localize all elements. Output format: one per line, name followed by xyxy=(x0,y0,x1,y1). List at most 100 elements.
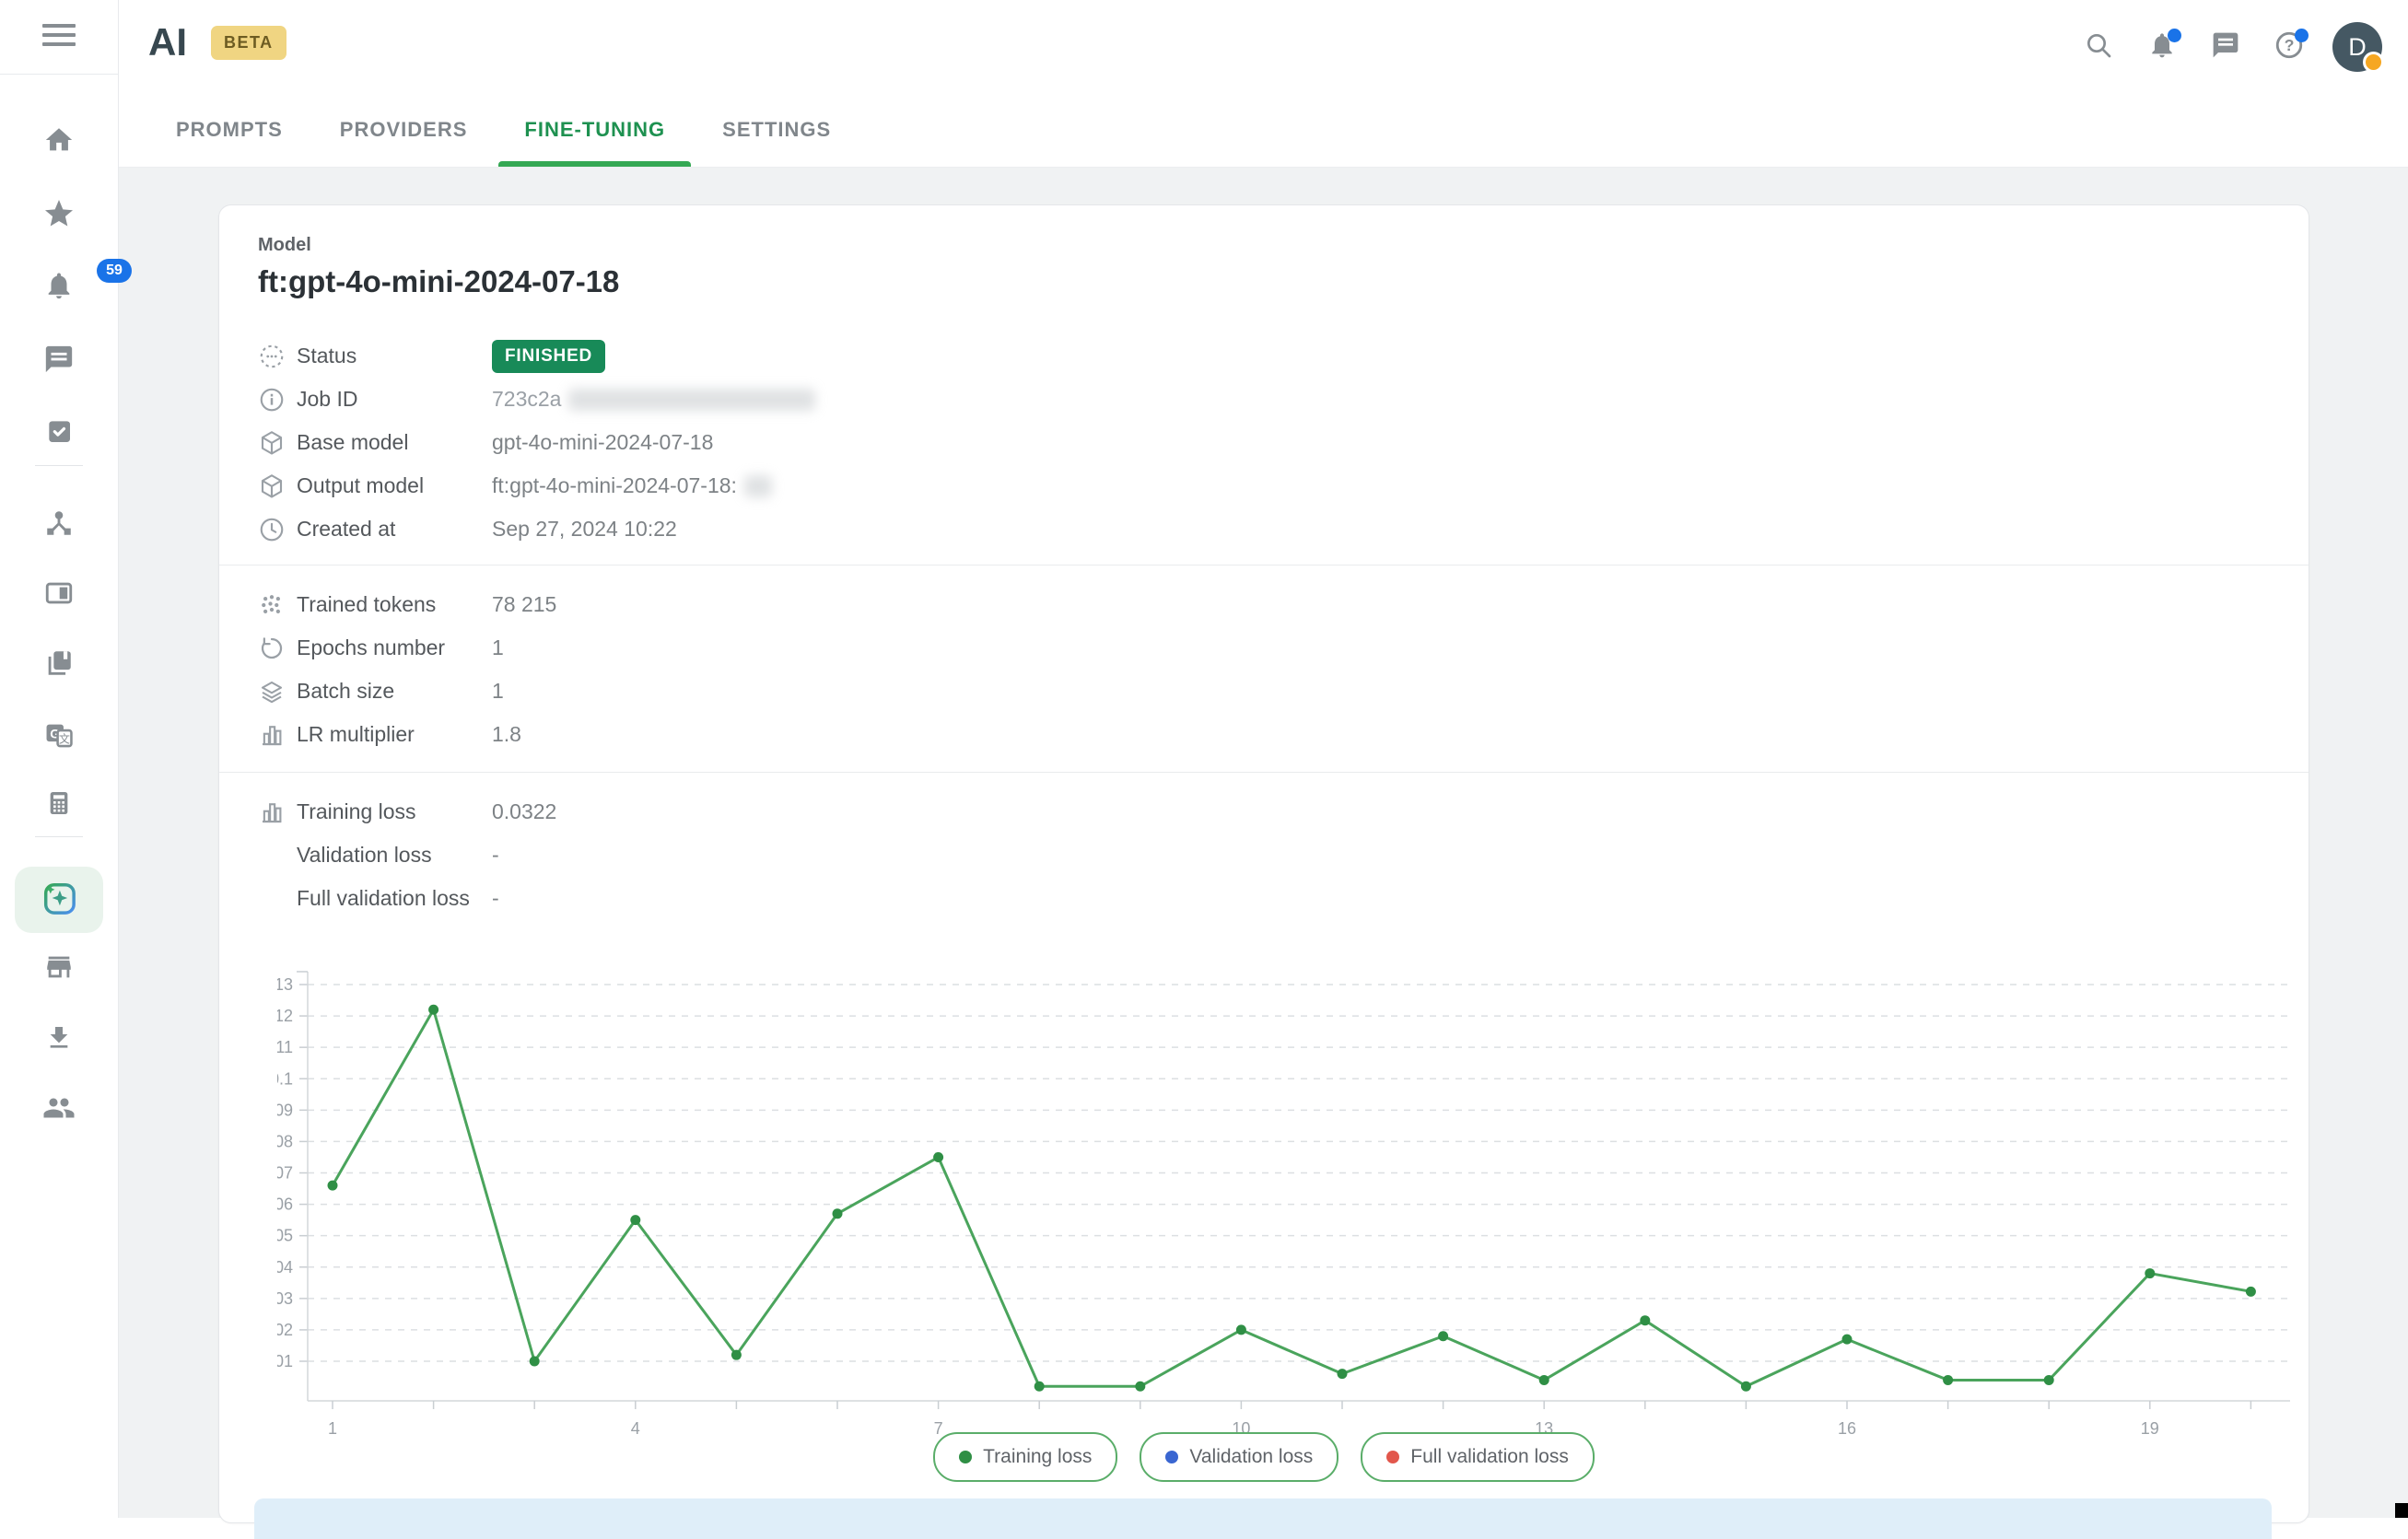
chart-point xyxy=(530,1357,540,1367)
chart-legend: Training loss Validation loss Full valid… xyxy=(219,1432,2309,1482)
screen-artifact xyxy=(2395,1503,2408,1518)
sidebar-item-hub[interactable] xyxy=(0,494,118,553)
hamburger-menu-icon[interactable] xyxy=(42,23,76,52)
grain-icon xyxy=(258,591,297,619)
sidebar-item-messages[interactable] xyxy=(0,330,118,389)
tab-providers[interactable]: PROVIDERS xyxy=(336,93,472,167)
model-section-label: Model xyxy=(258,235,311,256)
model-title: ft:gpt-4o-mini-2024-07-18 xyxy=(258,264,619,299)
chart-point xyxy=(1438,1331,1448,1341)
sidebar-item-home[interactable] xyxy=(0,111,118,169)
chart-point xyxy=(1640,1315,1650,1325)
chart-point xyxy=(2246,1287,2256,1297)
chart-point xyxy=(1236,1324,1246,1335)
output-model-value: ft:gpt-4o-mini-2024-07-18: xyxy=(492,473,737,498)
chart-point xyxy=(1943,1375,1953,1385)
sidebar-item-library[interactable] xyxy=(0,634,118,693)
status-dot xyxy=(2363,52,2384,73)
y-tick-label: 0.06 xyxy=(277,1195,293,1214)
bar-chart-icon xyxy=(258,721,297,749)
row-output-model: Output model ft:gpt-4o-mini-2024-07-18: xyxy=(258,464,2270,507)
legend-validation-loss[interactable]: Validation loss xyxy=(1140,1432,1338,1482)
sidebar-item-store[interactable] xyxy=(0,938,118,997)
validation-loss-value: - xyxy=(492,843,499,868)
legend-full-validation-loss[interactable]: Full validation loss xyxy=(1361,1432,1595,1482)
info-icon xyxy=(258,386,297,414)
row-job-id: Job ID 723c2a xyxy=(258,378,2270,421)
base-model-value: gpt-4o-mini-2024-07-18 xyxy=(492,430,713,455)
chart-point xyxy=(731,1350,742,1360)
row-status: Status FINISHED xyxy=(258,334,2270,378)
chart-point xyxy=(833,1208,843,1218)
training-loss-value: 0.0322 xyxy=(492,799,556,824)
full-validation-loss-value: - xyxy=(492,886,499,911)
chart-point xyxy=(1035,1382,1045,1392)
chart-point xyxy=(2145,1268,2155,1278)
header: AI BETA ? D PROMPTS PROVIDERS FINE-TUNIN… xyxy=(119,0,2408,168)
sidebar-item-users[interactable] xyxy=(0,1078,118,1137)
chart-point xyxy=(2044,1375,2054,1385)
y-tick-label: 0.07 xyxy=(277,1164,293,1183)
loss-rows: Training loss 0.0322 Validation loss - F… xyxy=(258,790,2270,920)
bar-chart-icon xyxy=(258,799,297,826)
translate-icon: G文 xyxy=(43,719,75,751)
app-logo: AI xyxy=(148,20,187,64)
row-lr-multiplier: LR multiplier 1.8 xyxy=(258,713,2270,756)
main-content: Model ft:gpt-4o-mini-2024-07-18 Status F… xyxy=(119,167,2408,1518)
y-tick-label: 0.13 xyxy=(277,975,293,994)
row-created-at: Created at Sep 27, 2024 10:22 xyxy=(258,507,2270,551)
model-info-rows: Status FINISHED Job ID 723c2a Base model… xyxy=(258,334,2270,551)
tab-prompts[interactable]: PROMPTS xyxy=(172,93,286,167)
y-tick-label: 0.01 xyxy=(277,1352,293,1370)
chart-point xyxy=(1539,1375,1549,1385)
sidebar-divider xyxy=(35,465,83,466)
library-icon xyxy=(43,647,75,679)
tab-settings[interactable]: SETTINGS xyxy=(719,93,835,167)
sidebar-item-translate[interactable]: G文 xyxy=(0,705,118,764)
notification-count-badge: 59 xyxy=(97,259,132,283)
tab-fine-tuning[interactable]: FINE-TUNING xyxy=(520,93,669,167)
row-full-validation-loss: Full validation loss - xyxy=(258,877,2270,920)
package-icon xyxy=(258,472,297,500)
sidebar-item-layout[interactable] xyxy=(0,564,118,623)
model-card: Model ft:gpt-4o-mini-2024-07-18 Status F… xyxy=(218,204,2309,1523)
batch-size-value: 1 xyxy=(492,679,504,704)
sidebar-item-favorites[interactable] xyxy=(0,184,118,243)
legend-training-loss[interactable]: Training loss xyxy=(933,1432,1117,1482)
row-batch-size: Batch size 1 xyxy=(258,670,2270,713)
y-tick-label: 0.11 xyxy=(277,1038,293,1056)
row-training-loss: Training loss 0.0322 xyxy=(258,790,2270,834)
sidebar-item-calculator[interactable] xyxy=(0,774,118,833)
notifications-button[interactable] xyxy=(2142,27,2182,67)
home-icon xyxy=(43,124,75,156)
task-check-icon xyxy=(44,416,74,446)
legend-dot-blue xyxy=(1165,1451,1178,1463)
help-button[interactable]: ? xyxy=(2269,27,2309,67)
y-tick-label: 0.05 xyxy=(277,1227,293,1245)
legend-dot-green xyxy=(959,1451,972,1463)
svg-text:文: 文 xyxy=(59,732,70,746)
layout-panel-icon xyxy=(43,577,75,609)
store-icon xyxy=(43,951,75,983)
sidebar-item-tasks[interactable] xyxy=(0,402,118,461)
chart-point xyxy=(428,1005,438,1015)
status-badge: FINISHED xyxy=(492,340,605,373)
question-glyph: ? xyxy=(2285,36,2295,54)
y-tick-label: 0.04 xyxy=(277,1258,293,1277)
avatar[interactable]: D xyxy=(2332,22,2382,72)
y-tick-label: 0.08 xyxy=(277,1132,293,1150)
sidebar-item-ai-active[interactable] xyxy=(15,867,103,933)
chart-point xyxy=(1338,1369,1348,1379)
active-tab-underline xyxy=(498,161,691,167)
sidebar: 59 G文 xyxy=(0,0,119,1518)
ai-sparkle-icon xyxy=(39,878,79,923)
training-param-rows: Trained tokens 78 215 Epochs number 1 Ba… xyxy=(258,583,2270,756)
sidebar-item-downloads[interactable] xyxy=(0,1009,118,1067)
sidebar-item-notifications[interactable]: 59 xyxy=(0,256,118,315)
star-icon xyxy=(42,197,76,230)
feedback-button[interactable] xyxy=(2205,27,2246,67)
chart-point xyxy=(1741,1382,1751,1392)
search-button[interactable] xyxy=(2078,27,2119,67)
layers-icon xyxy=(258,678,297,705)
created-at-value: Sep 27, 2024 10:22 xyxy=(492,517,677,542)
